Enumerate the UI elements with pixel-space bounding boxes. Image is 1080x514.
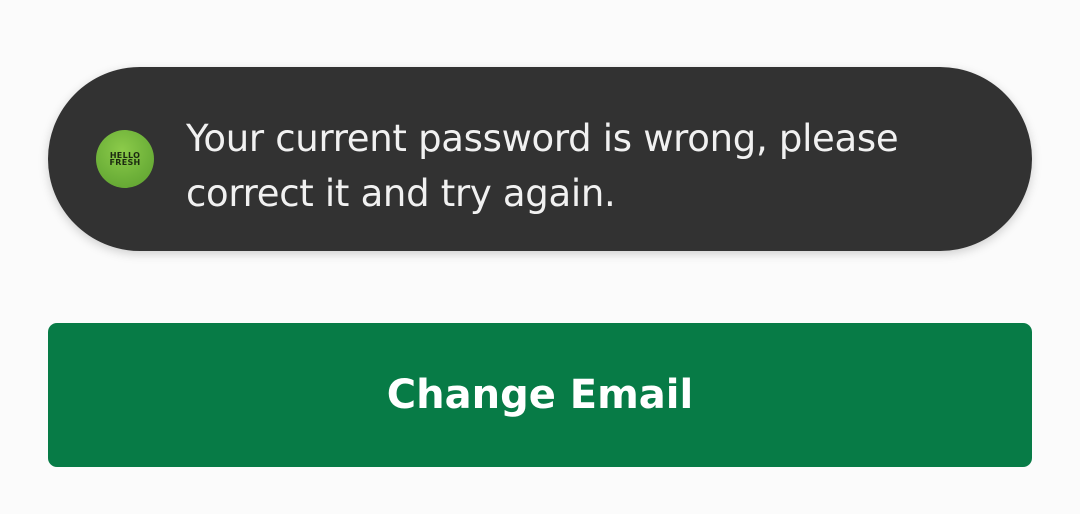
hellofresh-logo-icon: HELLO FRESH bbox=[96, 130, 154, 188]
error-toast: HELLO FRESH Your current password is wro… bbox=[48, 67, 1032, 251]
toast-message: Your current password is wrong, please c… bbox=[186, 117, 899, 215]
logo-text-fresh: FRESH bbox=[109, 158, 141, 167]
change-email-button[interactable]: Change Email bbox=[48, 323, 1032, 467]
